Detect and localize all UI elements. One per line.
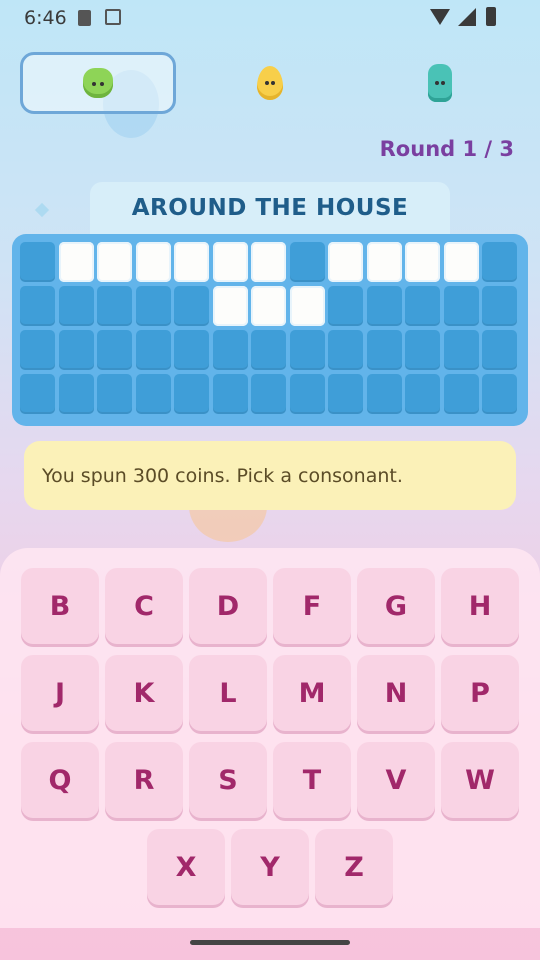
- key-t[interactable]: T: [273, 742, 351, 818]
- empty-tile: [135, 374, 171, 414]
- key-y[interactable]: Y: [231, 829, 309, 905]
- battery-icon: [486, 7, 496, 26]
- player-slot-1: [20, 52, 176, 114]
- letter-keyboard: BCDFGH JKLMNP QRSTVW XYZ: [0, 548, 540, 928]
- wifi-icon: [430, 9, 450, 25]
- key-b[interactable]: B: [21, 568, 99, 644]
- empty-tile: [482, 330, 517, 370]
- letter-tile: [251, 286, 286, 326]
- empty-tile: [251, 374, 286, 414]
- sparkle-decoration: [34, 202, 50, 218]
- key-n[interactable]: N: [357, 655, 435, 731]
- key-w[interactable]: W: [441, 742, 519, 818]
- yellow-drop-icon: [257, 66, 283, 100]
- turn-message: You spun 300 coins. Pick a consonant.: [24, 441, 516, 510]
- letter-tile: [251, 242, 286, 282]
- key-g[interactable]: G: [357, 568, 435, 644]
- empty-tile: [251, 330, 286, 370]
- key-s[interactable]: S: [189, 742, 267, 818]
- letter-tile: [212, 286, 248, 326]
- letter-tile: [58, 242, 94, 282]
- letter-tile: [443, 242, 479, 282]
- key-r[interactable]: R: [105, 742, 183, 818]
- player-slot-3: [362, 52, 518, 114]
- empty-tile: [328, 374, 363, 414]
- key-l[interactable]: L: [189, 655, 267, 731]
- empty-tile: [289, 242, 325, 282]
- category-title: AROUND THE HOUSE: [90, 182, 450, 234]
- empty-tile: [366, 286, 402, 326]
- letter-tile: [212, 242, 248, 282]
- empty-tile: [405, 374, 440, 414]
- home-indicator[interactable]: [190, 940, 350, 945]
- sd-card-icon: [78, 10, 91, 26]
- key-f[interactable]: F: [273, 568, 351, 644]
- key-h[interactable]: H: [441, 568, 519, 644]
- teal-bottle-icon: [428, 64, 452, 102]
- letter-tile: [328, 242, 363, 282]
- empty-tile: [482, 374, 517, 414]
- empty-tile: [443, 330, 479, 370]
- letter-tile: [405, 242, 440, 282]
- round-indicator: Round 1 / 3: [379, 137, 514, 161]
- green-jelly-icon: [83, 68, 113, 98]
- player-slot-2: [192, 52, 348, 114]
- letter-tile: [97, 242, 132, 282]
- empty-tile: [212, 330, 248, 370]
- letter-tile: [174, 242, 209, 282]
- empty-tile: [135, 286, 171, 326]
- empty-tile: [174, 330, 209, 370]
- puzzle-grid: [20, 242, 520, 414]
- status-time: 6:46: [24, 7, 67, 29]
- empty-tile: [328, 286, 363, 326]
- empty-tile: [58, 374, 94, 414]
- empty-tile: [405, 330, 440, 370]
- puzzle-board: [12, 234, 528, 426]
- status-bar: 6:46: [0, 0, 540, 36]
- empty-tile: [443, 374, 479, 414]
- empty-tile: [20, 242, 55, 282]
- empty-tile: [20, 286, 55, 326]
- letter-tile: [135, 242, 171, 282]
- empty-tile: [97, 286, 132, 326]
- empty-tile: [174, 286, 209, 326]
- signal-icon: [458, 8, 476, 26]
- key-q[interactable]: Q: [21, 742, 99, 818]
- empty-tile: [405, 286, 440, 326]
- empty-tile: [20, 374, 55, 414]
- empty-tile: [366, 330, 402, 370]
- key-x[interactable]: X: [147, 829, 225, 905]
- empty-tile: [366, 374, 402, 414]
- screenshot-icon: [105, 9, 121, 25]
- empty-tile: [174, 374, 209, 414]
- empty-tile: [135, 330, 171, 370]
- key-z[interactable]: Z: [315, 829, 393, 905]
- key-k[interactable]: K: [105, 655, 183, 731]
- empty-tile: [97, 330, 132, 370]
- empty-tile: [20, 330, 55, 370]
- empty-tile: [443, 286, 479, 326]
- empty-tile: [482, 242, 517, 282]
- key-d[interactable]: D: [189, 568, 267, 644]
- empty-tile: [58, 286, 94, 326]
- key-v[interactable]: V: [357, 742, 435, 818]
- key-j[interactable]: J: [21, 655, 99, 731]
- key-p[interactable]: P: [441, 655, 519, 731]
- empty-tile: [212, 374, 248, 414]
- key-m[interactable]: M: [273, 655, 351, 731]
- empty-tile: [97, 374, 132, 414]
- key-c[interactable]: C: [105, 568, 183, 644]
- empty-tile: [482, 286, 517, 326]
- empty-tile: [289, 330, 325, 370]
- letter-tile: [289, 286, 325, 326]
- letter-tile: [366, 242, 402, 282]
- empty-tile: [58, 330, 94, 370]
- empty-tile: [328, 330, 363, 370]
- empty-tile: [289, 374, 325, 414]
